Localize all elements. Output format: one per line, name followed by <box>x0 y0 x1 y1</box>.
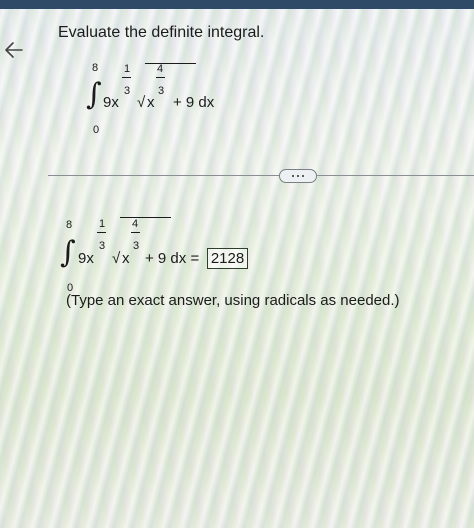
answer-exponent2-numerator: 4 <box>132 218 139 230</box>
lower-limit: 0 <box>93 124 100 136</box>
integral-sign: ∫ <box>86 77 102 112</box>
exponent2-denominator: 3 <box>158 85 165 97</box>
question-title: Evaluate the definite integral. <box>58 24 265 41</box>
exponent1-numerator: 1 <box>124 63 131 75</box>
exponent2-bar <box>156 77 165 78</box>
answer-exponent1-numerator: 1 <box>99 218 106 230</box>
remaining-terms: + 9 dx <box>173 94 215 111</box>
top-bar <box>0 0 474 9</box>
answer-hint: (Type an exact answer, using radicals as… <box>66 292 400 309</box>
answer-x-variable: x <box>122 250 130 267</box>
exponent1-denominator: 3 <box>124 85 131 97</box>
answer-radical-bar <box>120 217 171 218</box>
exponent2-numerator: 4 <box>157 63 164 75</box>
answer-root-sign: √ <box>112 250 121 267</box>
upper-limit: 8 <box>92 62 99 74</box>
exponent1-bar <box>122 77 131 78</box>
answer-integral-sign: ∫ <box>60 235 76 270</box>
coefficient-term: 9x <box>103 94 119 111</box>
answer-coefficient-term: 9x <box>78 250 94 267</box>
answer-upper-limit: 8 <box>66 219 73 231</box>
section-divider <box>48 175 474 176</box>
answer-exponent2-bar <box>131 232 140 233</box>
more-dots-icon[interactable] <box>279 169 317 183</box>
x-variable: x <box>147 94 155 111</box>
answer-exponent1-denominator: 3 <box>99 240 106 252</box>
answer-exponent1-bar <box>97 232 106 233</box>
answer-remaining-terms: + 9 dx = <box>145 250 200 267</box>
back-arrow-icon[interactable] <box>2 38 26 62</box>
answer-input[interactable]: 2128 <box>207 248 248 269</box>
root-sign: √ <box>137 94 146 111</box>
answer-exponent2-denominator: 3 <box>133 240 140 252</box>
radical-bar <box>145 63 196 64</box>
